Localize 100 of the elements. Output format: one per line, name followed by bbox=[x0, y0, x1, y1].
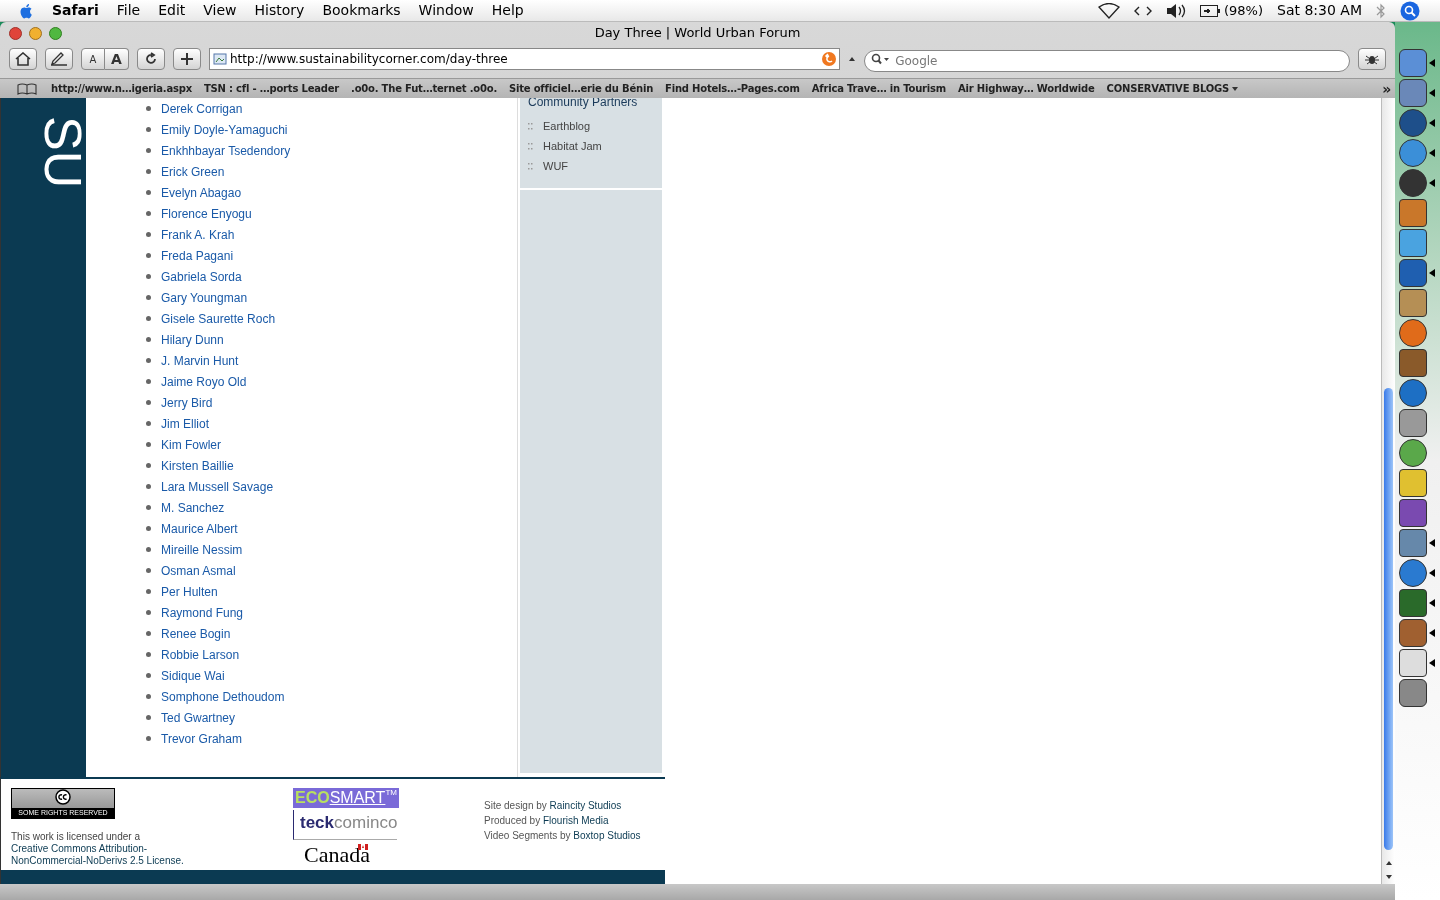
person-link[interactable]: Emily Doyle-Yamaguchi bbox=[161, 120, 288, 139]
dock-app-icon[interactable] bbox=[1399, 139, 1427, 167]
clock[interactable]: Sat 8:30 AM bbox=[1277, 0, 1362, 21]
dock-app-icon[interactable] bbox=[1399, 79, 1427, 107]
person-link[interactable]: Enkhhbayar Tsedendory bbox=[161, 141, 291, 160]
dock-app-icon[interactable] bbox=[1399, 49, 1427, 77]
bookmark-item[interactable]: http://www.n…igeria.aspx bbox=[51, 81, 192, 96]
bluetooth-icon[interactable] bbox=[1376, 2, 1386, 19]
person-link[interactable]: Renee Bogin bbox=[161, 624, 231, 643]
volume-icon[interactable] bbox=[1166, 2, 1186, 19]
credit-link[interactable]: Flourish Media bbox=[542, 815, 609, 826]
wifi-icon[interactable] bbox=[1098, 2, 1120, 19]
license-link[interactable]: Creative Commons Attribution-NonCommercial-NoDerivs 2.5 License. bbox=[11, 843, 211, 867]
larger-text-button[interactable]: A bbox=[105, 48, 129, 70]
code-brackets-icon[interactable] bbox=[1134, 4, 1152, 17]
dock-app-icon[interactable] bbox=[1399, 469, 1427, 497]
person-link[interactable]: Gary Youngman bbox=[161, 288, 248, 307]
zoom-button[interactable] bbox=[49, 26, 62, 40]
person-link[interactable]: M. Sanchez bbox=[161, 498, 225, 517]
person-link[interactable]: Gabriela Sorda bbox=[161, 267, 242, 286]
person-link[interactable]: Ted Gwartney bbox=[161, 708, 236, 727]
partner-link[interactable]: Habitat Jam bbox=[543, 137, 602, 155]
partner-link[interactable]: WUF bbox=[543, 157, 569, 175]
dock-app-icon[interactable] bbox=[1399, 409, 1427, 437]
bullet bbox=[146, 505, 151, 510]
person-link[interactable]: Maurice Albert bbox=[161, 519, 238, 538]
partners-heading: Community Partners bbox=[528, 98, 638, 110]
app-menu[interactable]: Safari bbox=[52, 0, 99, 21]
bookmark-item[interactable]: Find Hotels…-Pages.com bbox=[665, 81, 800, 96]
dock-app-icon[interactable] bbox=[1399, 169, 1427, 197]
person-link[interactable]: Evelyn Abagao bbox=[161, 183, 242, 202]
dock-app-icon[interactable] bbox=[1399, 559, 1427, 587]
dock-app-icon[interactable] bbox=[1399, 379, 1427, 407]
bookmark-item[interactable]: Site officiel…erie du Bénin bbox=[509, 81, 654, 96]
dock-app-icon[interactable] bbox=[1399, 259, 1427, 287]
person-link[interactable]: Lara Mussell Savage bbox=[161, 477, 274, 496]
credit-line: Produced by Flourish Media bbox=[484, 814, 610, 827]
menu-item[interactable]: Help bbox=[491, 0, 524, 21]
person-link[interactable]: Kirsten Baillie bbox=[161, 456, 234, 475]
page-icon bbox=[213, 52, 227, 66]
person-link[interactable]: Trevor Graham bbox=[161, 729, 242, 748]
menu-item[interactable]: History bbox=[254, 0, 305, 21]
menu-item[interactable]: File bbox=[116, 0, 141, 21]
person-link[interactable]: Freda Pagani bbox=[161, 246, 234, 265]
person-link[interactable]: Jerry Bird bbox=[161, 393, 213, 412]
person-link[interactable]: Osman Asmal bbox=[161, 561, 236, 580]
person-link[interactable]: Per Hulten bbox=[161, 582, 218, 601]
book-icon[interactable] bbox=[17, 82, 37, 95]
canada-wordmark: Canada bbox=[304, 842, 368, 868]
minimize-button[interactable] bbox=[29, 26, 42, 40]
dock-app-icon[interactable] bbox=[1399, 439, 1427, 467]
snapback-icon[interactable] bbox=[822, 52, 837, 66]
partner-link[interactable]: Earthblog bbox=[543, 117, 591, 135]
credit-link[interactable]: Boxtop Studios bbox=[573, 830, 641, 841]
bookmark-item[interactable]: TSN : cfl - …ports Leader bbox=[203, 81, 340, 96]
dock-app-icon[interactable] bbox=[1399, 319, 1427, 347]
bookmark-item[interactable]: Air Highway… Worldwide bbox=[958, 81, 1095, 96]
credit-link[interactable]: Raincity Studios bbox=[549, 800, 622, 811]
person-link[interactable]: Sidique Wai bbox=[161, 666, 225, 685]
scrollbar[interactable] bbox=[1381, 98, 1395, 884]
person-link[interactable]: Frank A. Krah bbox=[161, 225, 235, 244]
dock-app-icon[interactable] bbox=[1399, 649, 1427, 677]
scroll-thumb[interactable] bbox=[1384, 388, 1393, 850]
person-link[interactable]: Raymond Fung bbox=[161, 603, 244, 622]
person-link[interactable]: J. Marvin Hunt bbox=[161, 351, 239, 370]
menu-item[interactable]: Window bbox=[418, 0, 474, 21]
person-link[interactable]: Erick Green bbox=[161, 162, 225, 181]
menu-item[interactable]: Bookmarks bbox=[322, 0, 401, 21]
search-icon[interactable] bbox=[1400, 0, 1420, 21]
person-link[interactable]: Gisele Saurette Roch bbox=[161, 309, 276, 328]
person-link[interactable]: Derek Corrigan bbox=[161, 99, 243, 118]
edit-button[interactable] bbox=[45, 48, 73, 70]
person-link[interactable]: Hilary Dunn bbox=[161, 330, 224, 349]
address-field[interactable]: http://www.sustainabilitycorner.com/day-three bbox=[209, 48, 841, 70]
add-bookmark-button[interactable] bbox=[173, 48, 201, 70]
bookmark-item[interactable]: Africa Trave… in Tourism bbox=[811, 81, 946, 96]
person-link[interactable]: Somphone Dethoudom bbox=[161, 687, 285, 706]
person-link[interactable]: Robbie Larson bbox=[161, 645, 240, 664]
person-link[interactable]: Jaime Royo Old bbox=[161, 372, 247, 391]
menu-item[interactable]: Edit bbox=[158, 0, 186, 21]
search-icon bbox=[871, 53, 892, 65]
home-button[interactable] bbox=[9, 48, 37, 70]
person-link[interactable]: Kim Fowler bbox=[161, 435, 221, 454]
menu-item[interactable]: View bbox=[203, 0, 237, 21]
person-link[interactable]: Jim Elliot bbox=[161, 414, 209, 433]
dock-app-icon[interactable] bbox=[1399, 679, 1427, 707]
caret-icon[interactable] bbox=[848, 55, 857, 63]
battery-icon[interactable] bbox=[1200, 4, 1220, 17]
reload-button[interactable] bbox=[137, 48, 165, 70]
close-button[interactable] bbox=[9, 26, 22, 40]
dock-app-icon[interactable] bbox=[1399, 619, 1427, 647]
smaller-text-button[interactable]: A bbox=[81, 48, 105, 70]
bookmark-item[interactable]: .o0o. The Fut…ternet .o0o. bbox=[351, 81, 497, 96]
person-link[interactable]: Florence Enyogu bbox=[161, 204, 252, 223]
person-link[interactable]: Mireille Nessim bbox=[161, 540, 243, 559]
more-bookmarks-button[interactable]: » bbox=[1382, 80, 1391, 97]
bookmark-item[interactable]: CONSERVATIVE BLOGS bbox=[1106, 81, 1240, 96]
search-field[interactable]: Google bbox=[864, 50, 1350, 72]
bug-report-button[interactable] bbox=[1358, 48, 1386, 70]
dock-app-icon[interactable] bbox=[1399, 109, 1427, 137]
